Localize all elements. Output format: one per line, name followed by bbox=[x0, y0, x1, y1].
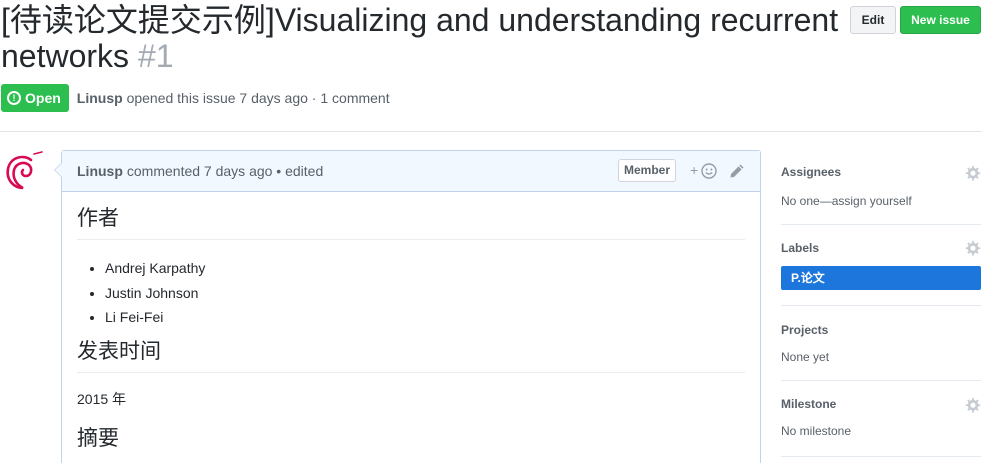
gear-icon[interactable] bbox=[965, 397, 981, 413]
react-plus: + bbox=[690, 162, 698, 178]
debian-avatar-icon[interactable] bbox=[2, 150, 46, 194]
projects-section: Projects None yet bbox=[781, 306, 981, 381]
issue-meta-text: opened this issue 7 days ago · 1 comment bbox=[126, 90, 390, 106]
authors-list: Andrej Karpathy Justin Johnson Li Fei-Fe… bbox=[77, 256, 745, 330]
issue-number: #1 bbox=[137, 38, 174, 74]
issue-title: [待读论文提交示例]Visualizing and understanding … bbox=[1, 2, 841, 74]
issue-author-link[interactable]: Linusp bbox=[77, 90, 123, 106]
labels-section: Labels P.论文 bbox=[781, 225, 981, 306]
milestone-section: Milestone No milestone bbox=[781, 381, 981, 457]
issue-meta: Linusp opened this issue 7 days ago · 1 … bbox=[77, 90, 390, 106]
smiley-icon: + bbox=[690, 162, 717, 179]
comment-box: Linusp commented 7 days ago • edited Mem… bbox=[54, 150, 761, 463]
milestone-value: No milestone bbox=[781, 424, 852, 438]
publish-date: 2015 年 bbox=[77, 390, 127, 407]
gear-icon[interactable] bbox=[965, 240, 981, 256]
date-heading: 发表时间 bbox=[77, 340, 745, 373]
new-issue-button[interactable]: New issue bbox=[900, 6, 981, 34]
labels-heading: Labels bbox=[781, 241, 820, 255]
state-badge: ! Open bbox=[1, 84, 69, 112]
list-item: Justin Johnson bbox=[105, 281, 745, 306]
projects-value: None yet bbox=[781, 350, 830, 364]
gear-icon[interactable] bbox=[965, 165, 981, 181]
list-item: Andrej Karpathy bbox=[105, 256, 745, 281]
issue-state-row: ! Open Linusp opened this issue 7 days a… bbox=[1, 84, 390, 112]
label-chip[interactable]: P.论文 bbox=[781, 266, 981, 290]
add-reaction-button[interactable]: + bbox=[690, 162, 718, 180]
comment-header: Linusp commented 7 days ago • edited Mem… bbox=[62, 151, 760, 192]
state-label: Open bbox=[25, 90, 61, 106]
issue-title-text: [待读论文提交示例]Visualizing and understanding … bbox=[1, 2, 839, 74]
projects-heading: Projects bbox=[781, 323, 829, 337]
abstract-heading: 摘要 bbox=[77, 426, 119, 450]
comment-meta[interactable]: commented 7 days ago • edited bbox=[127, 163, 323, 179]
issue-opened-icon: ! bbox=[7, 91, 21, 105]
pencil-icon[interactable] bbox=[729, 163, 745, 179]
edit-button[interactable]: Edit bbox=[850, 6, 896, 34]
authors-heading: 作者 bbox=[77, 207, 745, 240]
comment-author-link[interactable]: Linusp bbox=[77, 163, 123, 179]
member-badge: Member bbox=[618, 159, 677, 182]
milestone-heading: Milestone bbox=[781, 397, 837, 411]
header-divider bbox=[0, 131, 982, 132]
list-item: Li Fei-Fei bbox=[105, 305, 745, 330]
assignees-section: Assignees No one—assign yourself bbox=[781, 150, 981, 225]
assign-yourself-link[interactable]: No one—assign yourself bbox=[781, 192, 981, 210]
assignees-heading: Assignees bbox=[781, 165, 842, 179]
sidebar: Assignees No one—assign yourself Labels … bbox=[781, 150, 981, 457]
comment-body: 作者 Andrej Karpathy Justin Johnson Li Fei… bbox=[62, 207, 760, 459]
